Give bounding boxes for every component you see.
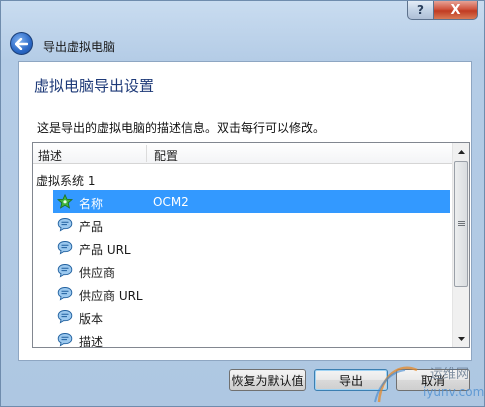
- list-item-description[interactable]: 描述: [53, 328, 450, 348]
- site-watermark: 运维网 iyunv.com: [373, 356, 485, 406]
- list-header: 描述 配置: [33, 143, 453, 164]
- item-value: OCM2: [153, 195, 189, 209]
- list-item-version[interactable]: 版本: [53, 305, 450, 328]
- help-icon: ?: [417, 3, 424, 17]
- scroll-down-button[interactable]: [453, 330, 469, 347]
- speech-bubble-icon: [57, 264, 73, 278]
- grip-line: [458, 225, 465, 226]
- column-header-description[interactable]: 描述: [38, 147, 62, 164]
- appliance-settings-list[interactable]: 描述 配置 虚拟系统 1 名称 OCM2 产品 产品 URL 供应商 供应商 U…: [32, 142, 470, 348]
- triangle-up-icon: [457, 149, 465, 154]
- column-header-configuration[interactable]: 配置: [154, 147, 178, 164]
- item-name: 产品: [79, 220, 104, 234]
- grip-line: [458, 221, 465, 222]
- scroll-up-button[interactable]: [453, 143, 469, 160]
- vertical-scrollbar[interactable]: [452, 143, 469, 347]
- item-name: 供应商 URL: [79, 289, 143, 303]
- item-name: 名称: [79, 197, 104, 211]
- back-button[interactable]: [10, 32, 33, 55]
- speech-bubble-icon: [57, 287, 73, 301]
- export-appliance-window: ? X 导出虚拟电脑 虚拟电脑导出设置 这是导出的虚拟电脑的描述信息。双击每行可…: [0, 0, 485, 407]
- help-button[interactable]: ?: [407, 1, 434, 20]
- star-icon: [57, 194, 73, 209]
- item-name: 产品 URL: [79, 243, 131, 257]
- item-name: 版本: [79, 312, 104, 326]
- item-name: 供应商: [79, 266, 116, 280]
- page-heading: 虚拟电脑导出设置: [34, 77, 155, 95]
- speech-bubble-icon: [57, 333, 73, 347]
- restore-defaults-button[interactable]: 恢复为默认值: [229, 369, 306, 391]
- speech-bubble-icon: [57, 241, 73, 255]
- group-row-virtual-system[interactable]: 虚拟系统 1: [36, 167, 456, 190]
- wizard-header: 导出虚拟电脑: [1, 27, 484, 61]
- window-title: 导出虚拟电脑: [43, 40, 116, 54]
- speech-bubble-icon: [57, 310, 73, 324]
- list-item-product[interactable]: 产品: [53, 213, 450, 236]
- back-arrow-icon: [15, 37, 28, 50]
- close-button[interactable]: X: [434, 1, 478, 20]
- watermark-title: 运维网: [430, 367, 470, 382]
- item-name: 描述: [79, 335, 104, 348]
- list-item-name[interactable]: 名称 OCM2: [53, 190, 450, 213]
- list-item-vendor[interactable]: 供应商: [53, 259, 450, 282]
- list-item-vendor-url[interactable]: 供应商 URL: [53, 282, 450, 305]
- column-divider[interactable]: [146, 145, 147, 162]
- speech-bubble-icon: [57, 218, 73, 232]
- settings-panel: 虚拟电脑导出设置 这是导出的虚拟电脑的描述信息。双击每行可以修改。 描述 配置 …: [18, 61, 472, 361]
- list-item-product-url[interactable]: 产品 URL: [53, 236, 450, 259]
- watermark-url: iyunv.com: [423, 385, 485, 399]
- triangle-down-icon: [457, 336, 465, 341]
- page-description: 这是导出的虚拟电脑的描述信息。双击每行可以修改。: [37, 121, 326, 135]
- caption-buttons: ? X: [407, 1, 478, 21]
- scrollbar-thumb[interactable]: [454, 161, 468, 287]
- group-label: 虚拟系统 1: [36, 174, 96, 188]
- close-icon: X: [450, 2, 461, 18]
- grip-line: [458, 223, 465, 224]
